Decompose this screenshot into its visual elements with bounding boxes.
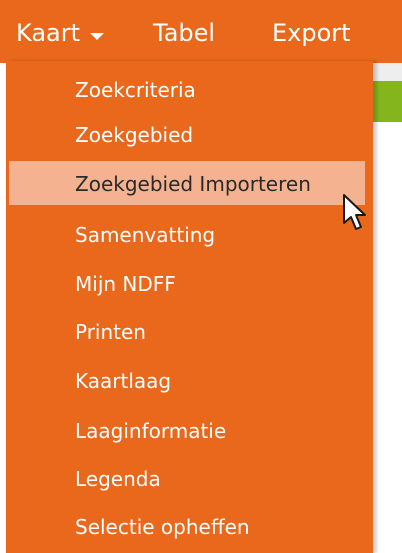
menu-item-laaginformatie[interactable]: Laaginformatie [6, 408, 373, 452]
menu-item-kaartlaag[interactable]: Kaartlaag [6, 358, 373, 402]
menu-item-printen[interactable]: Printen [6, 309, 373, 353]
menu-item-zoekgebied[interactable]: Zoekgebied [6, 112, 373, 156]
menu-tabel[interactable]: Tabel [153, 18, 215, 48]
top-menubar: Kaart Tabel Export [0, 0, 402, 63]
menu-item-selectie-opheffen[interactable]: Selectie opheffen [6, 504, 373, 548]
menu-item-label: Zoekgebied [75, 123, 194, 147]
menu-item-label: Samenvatting [75, 223, 216, 247]
menu-kaart-label: Kaart [16, 19, 81, 47]
menu-kaart[interactable]: Kaart [16, 18, 105, 48]
menu-item-mijn-ndff[interactable]: Mijn NDFF [6, 261, 373, 305]
menu-item-label: Mijn NDFF [75, 272, 176, 296]
menu-item-zoekgebied-importeren[interactable]: Zoekgebied Importeren [6, 161, 373, 205]
menu-item-label: Zoekgebied Importeren [75, 172, 311, 196]
kaart-dropdown-menu: Zoekcriteria Zoekgebied Zoekgebied Impor… [6, 61, 373, 553]
mouse-pointer-icon [343, 194, 366, 230]
menu-item-label: Laaginformatie [75, 419, 227, 443]
menu-item-label: Selectie opheffen [75, 515, 250, 539]
chevron-down-icon [90, 32, 105, 40]
menu-tabel-label: Tabel [153, 19, 216, 47]
menu-item-legenda[interactable]: Legenda [6, 456, 373, 500]
menu-item-samenvatting[interactable]: Samenvatting [6, 212, 373, 256]
menu-export-label: Export [272, 19, 351, 47]
menu-item-label: Printen [75, 320, 146, 344]
menu-export[interactable]: Export [272, 18, 351, 48]
menu-item-label: Kaartlaag [75, 369, 172, 393]
menu-item-label: Zoekcriteria [75, 78, 196, 102]
menu-item-zoekcriteria[interactable]: Zoekcriteria [6, 67, 373, 111]
menu-item-label: Legenda [75, 467, 161, 491]
